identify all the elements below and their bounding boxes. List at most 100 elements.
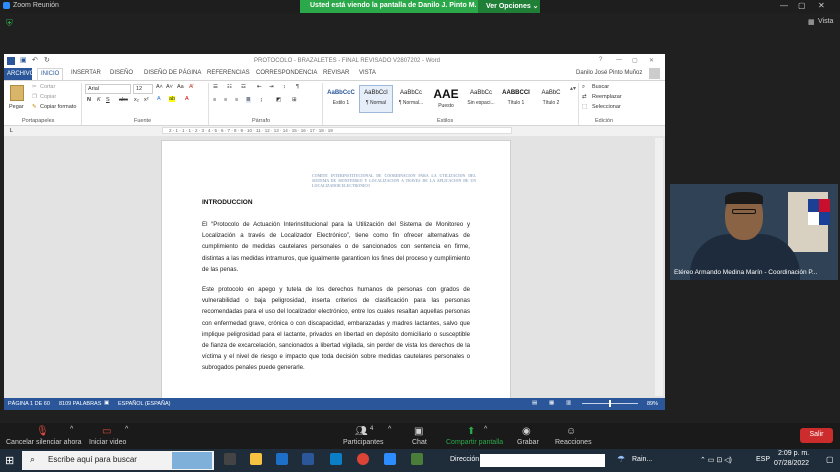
keyboard-language[interactable]: ESP (756, 456, 770, 463)
record-button[interactable]: Grabar (517, 439, 539, 446)
reactions-icon[interactable]: ☺ (566, 426, 576, 437)
view-options-button[interactable]: Ver Opciones ⌄ (478, 0, 540, 13)
underline-icon[interactable]: S (106, 97, 110, 103)
word-count[interactable]: 8109 PALABRAS (59, 401, 101, 407)
tab-revisar[interactable]: REVISAR (323, 70, 349, 76)
clock-time[interactable]: 2:09 p. m. (778, 450, 809, 457)
align-center-icon[interactable]: ≡ (224, 97, 227, 103)
start-icon[interactable]: ⊞ (5, 454, 14, 467)
grow-font-icon[interactable]: A˄ (156, 84, 163, 90)
file-explorer-icon[interactable] (250, 453, 262, 465)
read-mode-icon[interactable]: ▤ (532, 400, 537, 406)
undo-icon[interactable]: ↶ (32, 56, 38, 64)
zoom-slider-handle[interactable] (609, 400, 611, 407)
redo-icon[interactable]: ↻ (44, 56, 50, 64)
video-menu-chevron-icon[interactable]: ^ (125, 426, 128, 433)
sort-icon[interactable]: ↕ (283, 84, 286, 90)
paste-icon[interactable] (10, 85, 24, 101)
shading-icon[interactable]: ◩ (276, 97, 281, 103)
style-estilo-1[interactable]: AaBbCcC Estilo 1 (324, 85, 358, 113)
select-button[interactable]: Seleccionar (592, 104, 621, 110)
tab-insertar[interactable]: INSERTAR (71, 70, 101, 76)
vertical-scrollbar[interactable] (655, 138, 663, 396)
tab-diseno-pagina[interactable]: DISEÑO DE PÁGINA (144, 70, 201, 76)
font-size-select[interactable]: 12 (133, 84, 153, 94)
tray-icons[interactable]: ⌃ ▭ ⊡ ◁) (700, 456, 732, 464)
decrease-indent-icon[interactable]: ⇤ (257, 84, 262, 90)
tab-archivo[interactable]: ARCHIVO (4, 68, 34, 80)
bold-icon[interactable]: N (87, 97, 91, 103)
minimize-icon[interactable]: — (780, 1, 788, 10)
paste-button[interactable]: Pegar (9, 104, 24, 110)
participants-button[interactable]: Participantes (343, 439, 383, 446)
tab-inicio[interactable]: INICIO (37, 68, 64, 80)
proofing-icon[interactable]: ▣ (104, 400, 109, 406)
reactions-button[interactable]: Reacciones (555, 439, 592, 446)
chrome-icon[interactable] (357, 453, 369, 465)
weather-icon[interactable]: ☂ (617, 454, 625, 465)
borders-icon[interactable]: ⊞ (292, 97, 297, 103)
clear-format-icon[interactable]: A̸ (189, 84, 193, 90)
zoom-level[interactable]: 89% (647, 401, 658, 407)
highlight-icon[interactable]: ab (169, 96, 176, 102)
format-painter-icon[interactable]: ✎ (32, 104, 37, 110)
participants-menu-chevron-icon[interactable]: ^ (388, 426, 391, 433)
cut-button[interactable]: Cortar (40, 84, 55, 90)
pilcrow-icon[interactable]: ¶ (296, 84, 299, 90)
share-menu-chevron-icon[interactable]: ^ (484, 426, 487, 433)
app-icon[interactable] (411, 453, 423, 465)
style-normal[interactable]: AaBbCcI ¶ Normal (359, 85, 393, 113)
copy-button[interactable]: Copiar (40, 94, 56, 100)
format-painter-button[interactable]: Copiar formato (40, 104, 76, 110)
style-sin-espaciado[interactable]: AaBbCc Sin espaci... (464, 85, 498, 113)
close-icon[interactable]: ✕ (818, 1, 825, 10)
clock-date[interactable]: 07/28/2022 (774, 460, 809, 467)
numbering-icon[interactable]: ☷ (227, 84, 232, 90)
share-screen-icon[interactable]: ⬆ (467, 426, 475, 437)
word-restore-icon[interactable]: ▢ (632, 57, 638, 64)
document-page[interactable]: COMITE INTERINSTITUCIONAL DE COORDINACIO… (161, 140, 511, 402)
address-bar[interactable] (480, 454, 605, 467)
subscript-icon[interactable]: x₂ (134, 97, 139, 103)
edge-icon[interactable] (330, 453, 342, 465)
styles-scroll-icon[interactable]: ▴▾ (570, 85, 576, 92)
help-icon[interactable]: ? (599, 57, 602, 63)
tab-vista[interactable]: VISTA (359, 70, 376, 76)
italic-icon[interactable]: K (97, 97, 101, 103)
mail-icon[interactable] (276, 453, 288, 465)
align-left-icon[interactable]: ≡ (213, 97, 216, 103)
line-spacing-icon[interactable]: ↨ (260, 97, 263, 103)
font-color-icon[interactable]: A (185, 96, 189, 102)
increase-indent-icon[interactable]: ⇥ (269, 84, 274, 90)
user-name[interactable]: Danilo José Pinto Muñoz (576, 70, 642, 76)
tab-diseno[interactable]: DISEÑO (110, 70, 133, 76)
weather-text[interactable]: Rain... (632, 456, 652, 463)
scissors-icon[interactable]: ✂ (32, 84, 37, 90)
avatar[interactable] (649, 68, 660, 79)
share-screen-button[interactable]: Compartir pantalla (446, 439, 503, 446)
font-name-select[interactable]: Arial (85, 84, 131, 94)
strikethrough-icon[interactable]: abc (119, 97, 128, 103)
select-icon[interactable]: ⬚ (582, 104, 587, 110)
replace-icon[interactable]: ⇄ (582, 94, 587, 100)
page-count[interactable]: PÁGINA 1 DE 60 (8, 401, 50, 407)
word-minimize-icon[interactable]: — (616, 57, 622, 63)
save-icon[interactable]: ▣ (20, 56, 27, 64)
style-titulo-1[interactable]: AABBCCI Título 1 (499, 85, 533, 113)
copy-icon[interactable]: ❐ (32, 94, 37, 100)
mute-button[interactable]: Cancelar silenciar ahora (6, 439, 81, 446)
shrink-font-icon[interactable]: A˅ (166, 84, 173, 90)
find-button[interactable]: Buscar (592, 84, 609, 90)
notifications-icon[interactable]: ▢ (826, 455, 834, 464)
participants-icon[interactable]: 👥︎ (355, 426, 368, 437)
language-status[interactable]: ESPAÑOL (ESPAÑA) (118, 401, 170, 407)
tab-correspondencia[interactable]: CORRESPONDENCIA (256, 70, 317, 76)
video-off-icon[interactable]: ▭ (102, 426, 111, 437)
style-normal-2[interactable]: AaBbCc ¶ Normal... (394, 85, 428, 113)
print-layout-icon[interactable]: ▦ (549, 400, 554, 406)
multilevel-list-icon[interactable]: ☲ (241, 84, 246, 90)
zoom-taskbar-icon[interactable] (384, 453, 396, 465)
superscript-icon[interactable]: x² (144, 97, 149, 103)
view-label[interactable]: Vista (818, 18, 833, 25)
style-titulo-2[interactable]: AaBbC Título 2 (534, 85, 568, 113)
